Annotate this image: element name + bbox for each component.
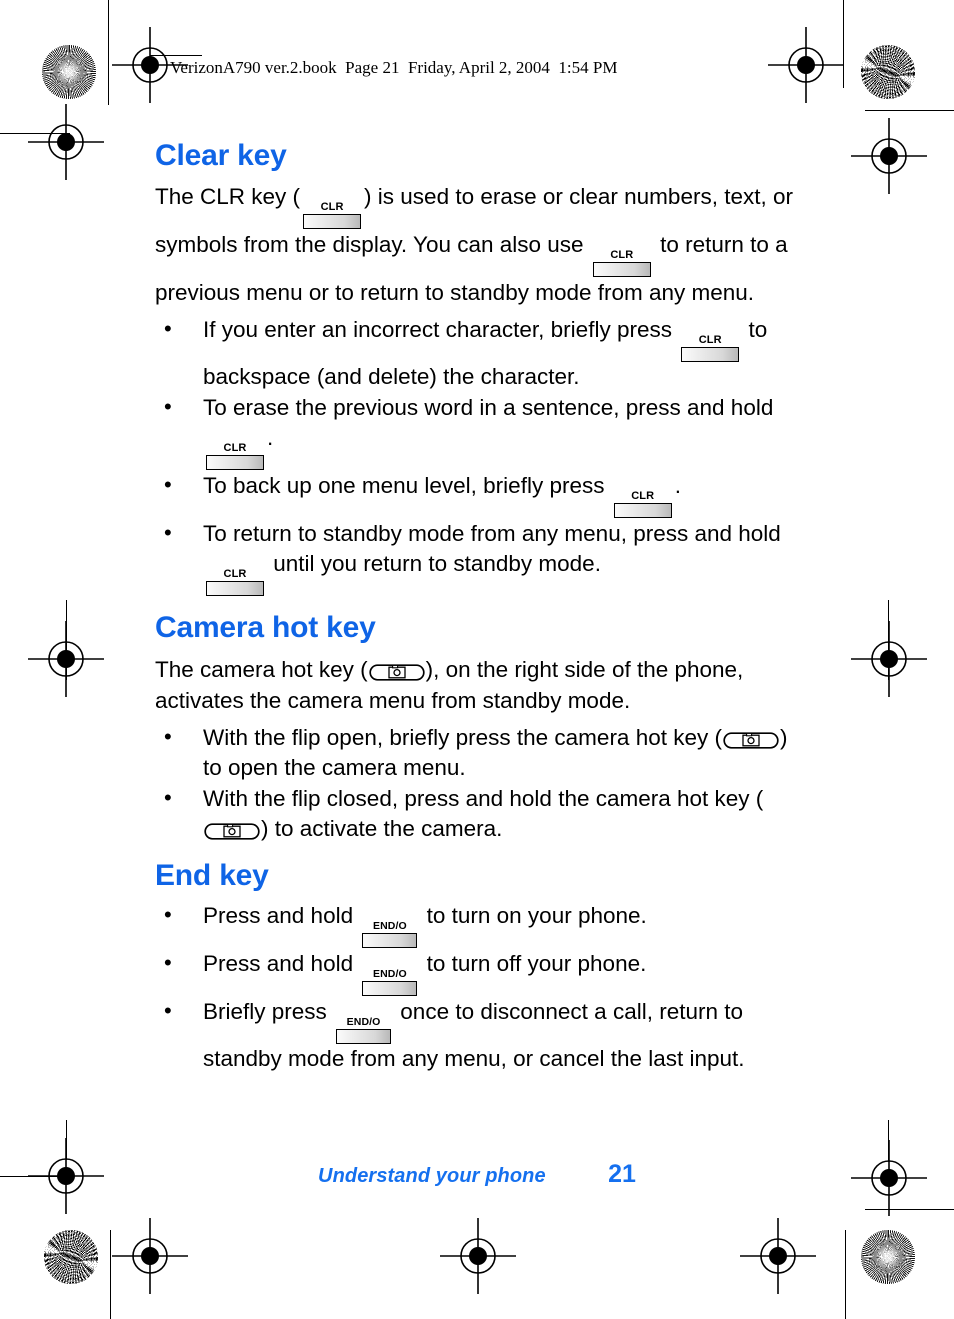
- page-footer: Understand your phone 21: [0, 1160, 954, 1189]
- clr-key-icon: CLR: [681, 334, 740, 363]
- rosette-moire-top-right: [861, 45, 915, 99]
- crop-line-horizontal-right-lower: [865, 1209, 954, 1210]
- list-item: To return to standby mode from any menu,…: [155, 518, 795, 597]
- book-header-line: VerizonA790 ver.2.book Page 21 Friday, A…: [170, 58, 618, 77]
- clr-key-icon: CLR: [613, 490, 672, 519]
- end-key-icon: END/O: [336, 1016, 392, 1045]
- section-heading-end-key: End key: [155, 858, 269, 892]
- section-clear-key: Clear key The CLR key (CLR) is used to er…: [155, 139, 795, 597]
- registration-target-bottom-left: [112, 1218, 188, 1294]
- keycap-body: [362, 981, 418, 997]
- rosette-star-top-left: [42, 45, 96, 99]
- registration-target-bottom-center: [440, 1218, 516, 1294]
- crop-line-horizontal-right-upper: [865, 110, 954, 111]
- list-item: Briefly press END/O once to disconnect a…: [155, 996, 795, 1074]
- crop-line-vertical-bottom-right-2: [845, 1230, 846, 1319]
- keycap-body: [336, 1029, 392, 1045]
- paragraph: The camera hot key (), on the right side…: [155, 656, 744, 713]
- keycap-body: [592, 262, 651, 278]
- registration-target-top-right: [768, 27, 844, 103]
- section-camera-hot-key: Camera hot key The camera hot key (), on …: [155, 611, 795, 844]
- section-end-key: End key Press and hold END/O to turn on y…: [155, 858, 795, 1074]
- section-heading-camera-hot-key: Camera hot key: [155, 611, 376, 645]
- clr-key-icon: CLR: [303, 201, 362, 230]
- list-item: With the flip open, briefly press the ca…: [155, 722, 795, 783]
- camera-hot-key-icon: [723, 731, 779, 750]
- keycap-body: [613, 503, 672, 519]
- keycap-label: CLR: [698, 334, 722, 347]
- clr-key-icon: CLR: [592, 249, 651, 278]
- list-item: Press and hold END/O to turn on your pho…: [155, 900, 795, 949]
- list-item: Press and hold END/O to turn off your ph…: [155, 948, 795, 997]
- keycap-label: CLR: [320, 201, 344, 214]
- footer-page-number: 21: [608, 1160, 636, 1188]
- crop-line-vertical-mid-left: [66, 600, 67, 680]
- keycap-label: CLR: [223, 568, 247, 581]
- crop-line-vertical-bottom-left-2: [110, 1230, 111, 1319]
- crop-line-vertical-bottom-right: [888, 1120, 889, 1162]
- keycap-label: END/O: [346, 1016, 381, 1029]
- crop-line-vertical-top-right: [843, 0, 844, 88]
- bullet-list-camera-hot-key: With the flip open, briefly press the ca…: [155, 722, 795, 844]
- crop-line-vertical-bottom-left: [66, 1120, 67, 1160]
- registration-target-mid-left: [28, 621, 104, 697]
- end-key-icon: END/O: [362, 968, 418, 997]
- crop-line-horizontal-top-left: [150, 55, 202, 56]
- registration-target-left-upper: [28, 104, 104, 180]
- registration-target-right-upper: [851, 118, 927, 194]
- paragraph: The CLR key (CLR) is used to erase or cl…: [155, 184, 793, 306]
- crop-line-horizontal-left-upper: [0, 133, 70, 134]
- clr-key-icon: CLR: [206, 442, 264, 471]
- list-item: To back up one menu level, briefly press…: [155, 470, 795, 519]
- clr-key-icon: CLR: [206, 568, 264, 597]
- keycap-label: CLR: [610, 249, 634, 262]
- bullet-list-end-key: Press and hold END/O to turn on your pho…: [155, 900, 795, 1074]
- list-item: With the flip closed, press and hold the…: [155, 783, 795, 844]
- rosette-moire-bottom-left: [44, 1230, 98, 1284]
- keycap-label: END/O: [372, 968, 407, 981]
- end-key-icon: END/O: [362, 920, 418, 949]
- list-item: To erase the previous word in a sentence…: [155, 392, 795, 471]
- footer-chapter-title: Understand your phone: [318, 1165, 546, 1187]
- keycap-body: [303, 214, 362, 230]
- section-heading-clear-key: Clear key: [155, 139, 287, 172]
- registration-target-mid-right: [851, 621, 927, 697]
- camera-hot-key-icon: [204, 822, 260, 841]
- list-item: If you enter an incorrect character, bri…: [155, 314, 795, 392]
- keycap-label: CLR: [631, 490, 655, 503]
- page-content: Clear key The CLR key (CLR) is used to er…: [155, 139, 795, 1075]
- crop-line-vertical-top-left: [108, 0, 109, 105]
- keycap-body: [206, 455, 264, 471]
- keycap-label: CLR: [223, 442, 247, 455]
- keycap-body: [362, 933, 418, 949]
- keycap-label: END/O: [372, 920, 407, 933]
- rosette-star-bottom-right: [861, 1230, 915, 1284]
- registration-target-bottom-right: [740, 1218, 816, 1294]
- bullet-list-clear-key: If you enter an incorrect character, bri…: [155, 314, 795, 597]
- crop-line-vertical-mid-right: [888, 600, 889, 680]
- keycap-body: [681, 347, 740, 363]
- keycap-body: [206, 581, 264, 597]
- camera-hot-key-icon: [368, 663, 425, 682]
